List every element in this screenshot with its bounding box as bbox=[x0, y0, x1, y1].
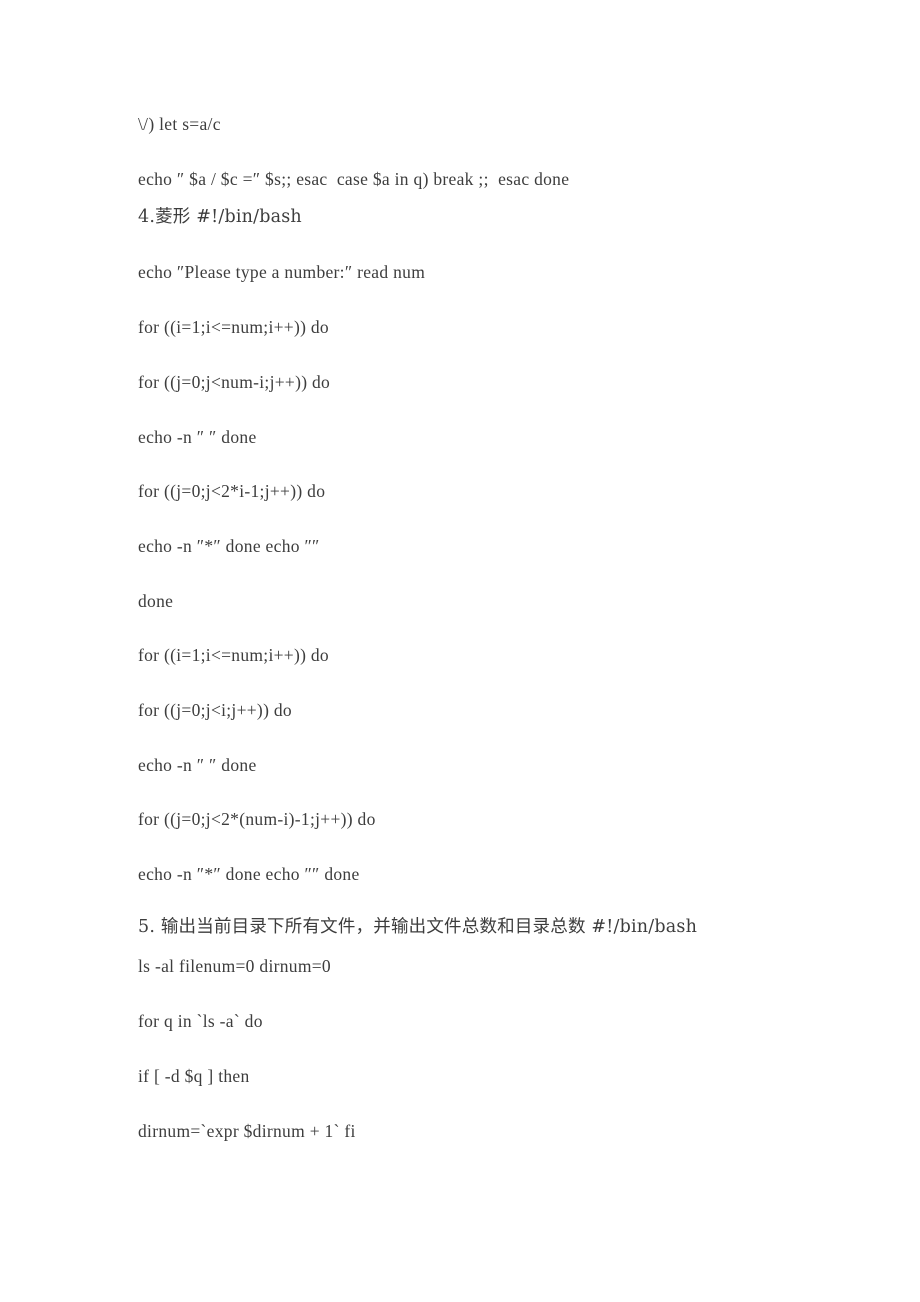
text-line: echo ″Please type a number:″ read num bbox=[138, 262, 426, 282]
text-line: for ((i=1;i<=num;i++)) do bbox=[138, 645, 329, 665]
text-line: done bbox=[138, 591, 174, 611]
text-line: for ((j=0;j<num-i;j++)) do bbox=[138, 372, 331, 392]
text-line: echo -n ″ ″ done bbox=[138, 427, 257, 447]
text-line: for q in `ls -a` do bbox=[138, 1011, 263, 1031]
text-line: for ((i=1;i<=num;i++)) do bbox=[138, 317, 329, 337]
text-line: echo -n ″ ″ done bbox=[138, 755, 257, 775]
document-page: \/) let s=a/c echo ″ $a / $c =″ $s;; esac… bbox=[0, 0, 920, 1302]
text-line: 5. 输出当前目录下所有文件，并输出文件总数和目录总数 #!/bin/bash bbox=[138, 917, 698, 937]
text-line: \/) let s=a/c bbox=[138, 114, 221, 134]
text-line: if [ -d $q ] then bbox=[138, 1066, 250, 1086]
text-line: ls -al filenum=0 dirnum=0 bbox=[138, 956, 331, 976]
text-line: for ((j=0;j<i;j++)) do bbox=[138, 700, 292, 720]
text-line: 4.菱形 #!/bin/bash bbox=[138, 207, 302, 227]
text-line: for ((j=0;j<2*(num-i)-1;j++)) do bbox=[138, 809, 376, 829]
text-line: echo -n ″*″ done echo ″″ done bbox=[138, 864, 360, 884]
text-line: echo ″ $a / $c =″ $s;; esac case $a in q… bbox=[138, 169, 570, 189]
text-line: echo -n ″*″ done echo ″″ bbox=[138, 536, 320, 556]
text-line: for ((j=0;j<2*i-1;j++)) do bbox=[138, 481, 326, 501]
text-line: dirnum=`expr $dirnum + 1` fi bbox=[138, 1121, 356, 1141]
